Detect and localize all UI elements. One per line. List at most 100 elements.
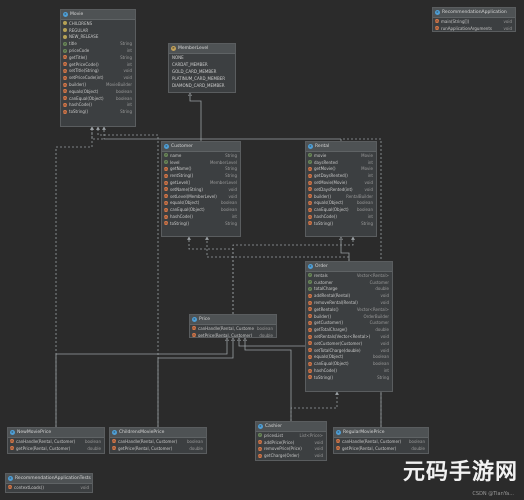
method-icon: m (258, 453, 262, 458)
method-row[interactable]: m getCustomer() Customer (306, 320, 392, 327)
member-type: void (380, 300, 389, 306)
field-row[interactable]: f movie Movie (306, 152, 376, 159)
enum-constant[interactable]: NEW_RELEASE (61, 34, 135, 41)
method-row[interactable]: m builder() MovieBuilder (61, 81, 135, 88)
method-row[interactable]: m equals(Object) boolean (162, 200, 240, 207)
class-cashier[interactable]: c Cashier f pricesList List<Price> m addPrice(… (255, 421, 327, 461)
field-row[interactable]: f customer Customer (306, 279, 392, 286)
method-row[interactable]: m hashCode() int (306, 213, 376, 220)
field-row[interactable]: f rentals Vector<Rental> (306, 272, 392, 279)
method-row[interactable]: m getMovie() Movie (306, 166, 376, 173)
class-price[interactable]: c Price m canHandle(Rental, Customer) boolea… (189, 314, 277, 338)
enum-constant[interactable]: DIAMOND_CARD_MEMBER (169, 82, 235, 89)
method-icon: m (308, 334, 312, 339)
method-row[interactable]: m hashCode() int (162, 213, 240, 220)
method-row[interactable]: m toString() String (306, 374, 392, 381)
method-row[interactable]: m canEqual(Object) boolean (306, 360, 392, 367)
method-row[interactable]: m getTotalCharge() double (306, 326, 392, 333)
method-row[interactable]: m removeRental(Rental) void (306, 299, 392, 306)
field-row[interactable]: f level MemberLevel (162, 159, 240, 166)
method-row[interactable]: m getTitle() String (61, 54, 135, 61)
method-row[interactable]: m addPrice(Price) void (256, 439, 326, 446)
class-recommendation-application[interactable]: c RecommendationApplication m main(String[]… (432, 7, 516, 32)
method-row[interactable]: m canHandle(Rental, Customer) boolean (8, 438, 104, 445)
enum-field-icon (63, 28, 67, 33)
method-row[interactable]: m getRentals() Vector<Rental> (306, 306, 392, 313)
method-row[interactable]: m setMovie(Movie) void (306, 179, 376, 186)
method-row[interactable]: m setTotalCharge(double) void (306, 347, 392, 354)
field-row[interactable]: f priceCode int (61, 47, 135, 54)
watermark-caption: CSDN @TianYa... (472, 491, 514, 497)
method-row[interactable]: m toString() String (306, 220, 376, 227)
class-rental[interactable]: c Rental f movie Movie f daysRented int m getMovi… (305, 141, 377, 237)
method-row[interactable]: m rentString() String (162, 172, 240, 179)
member-name: canEqual(Object) (314, 207, 349, 213)
member-name: hashCode() (314, 214, 337, 220)
enum-constant[interactable]: PLATINUM_CARD_MEMBER (169, 75, 235, 82)
field-row[interactable]: f pricesList List<Price> (256, 432, 326, 439)
method-row[interactable]: m canEqual(Object) boolean (306, 206, 376, 213)
method-row[interactable]: m equals(Object) boolean (61, 88, 135, 95)
method-row[interactable]: m getDaysRented() int (306, 172, 376, 179)
member-name: getPrice(Rental, Customer) (118, 445, 173, 451)
method-row[interactable]: m builder() RentalBuilder (306, 193, 376, 200)
method-row[interactable]: m getLevel() MemberLevel (162, 179, 240, 186)
enum-member-level[interactable]: e MemberLevel NONE CARDAT_MEMBER GOLD_CARD_M… (168, 43, 236, 93)
enum-constant[interactable]: REGULAR (61, 27, 135, 34)
method-row[interactable]: m getPrice(Rental, Customer) double (190, 332, 276, 337)
method-row[interactable]: m setDaysRented(int) void (306, 186, 376, 193)
method-row[interactable]: m setRentals(Vector<Rental>) void (306, 333, 392, 340)
enum-constant[interactable]: GOLD_CARD_MEMBER (169, 68, 235, 75)
method-row[interactable]: m setName(String) void (162, 186, 240, 193)
method-row[interactable]: m main(String[]) void (433, 18, 515, 25)
method-row[interactable]: m hashCode() int (306, 367, 392, 374)
method-row[interactable]: m getPrice(Rental, Customer) double (110, 445, 206, 452)
class-order[interactable]: c Order f rentals Vector<Rental> f customer Cus… (305, 261, 393, 392)
field-row[interactable]: f title String (61, 40, 135, 47)
method-row[interactable]: m setCustomer(Customer) void (306, 340, 392, 347)
method-row[interactable]: m getPrice(Rental, Customer) double (334, 445, 428, 452)
method-row[interactable]: m setPriceCode(int) void (61, 74, 135, 81)
class-new-movie-price[interactable]: c NewMoviePrice m canHandle(Rental, Custome… (7, 427, 105, 454)
class-customer[interactable]: c Customer f name String f level MemberLevel m ge… (161, 141, 241, 237)
method-row[interactable]: m equals(Object) boolean (306, 200, 376, 207)
class-movie[interactable]: c Movie CHILDRENS REGULAR NEW_RELEASE f title S… (60, 9, 136, 127)
member-name: setLevel(MemberLevel) (170, 193, 217, 199)
field-row[interactable]: f daysRented int (306, 159, 376, 166)
enum-constant[interactable]: NONE (169, 54, 235, 61)
method-row[interactable]: m canEqual(Object) boolean (162, 206, 240, 213)
field-row[interactable]: f totalCharge double (306, 286, 392, 293)
method-row[interactable]: m setLevel(MemberLevel) void (162, 193, 240, 200)
member-type: double (375, 286, 389, 292)
method-row[interactable]: m getPriceCode() int (61, 61, 135, 68)
method-row[interactable]: m toString() String (162, 220, 240, 227)
method-row[interactable]: m canHandle(Rental, Customer) boolean (190, 325, 276, 332)
enum-constant[interactable]: CHILDRENS (61, 20, 135, 27)
method-row[interactable]: m canHandle(Rental, Customer) boolean (110, 438, 206, 445)
method-row[interactable]: m canEqual(Object) boolean (61, 95, 135, 102)
class-recommendation-application-tests[interactable]: c RecommendationApplicationTests m contextL… (5, 473, 93, 493)
enum-constant-name: CARDAT_MEMBER (172, 62, 208, 67)
method-row[interactable]: m removePrice(Price) void (256, 446, 326, 453)
edge-arrowhead (339, 236, 343, 240)
class-regular-movie-price[interactable]: c RegularMoviePrice m canHandle(Rental, Cus… (333, 427, 429, 454)
method-row[interactable]: m getCharge(Order) void (256, 452, 326, 459)
method-row[interactable]: m builder() OrderBuilder (306, 313, 392, 320)
method-row[interactable]: m runApplicationArguments void (433, 25, 515, 31)
method-row[interactable]: m getName() String (162, 166, 240, 173)
member-type: RentalBuilder (346, 193, 373, 199)
member-name: canHandle(Rental, Customer) (118, 438, 178, 444)
field-row[interactable]: f name String (162, 152, 240, 159)
enum-constant[interactable]: CARDAT_MEMBER (169, 61, 235, 68)
member-type: boolean (409, 438, 425, 444)
method-row[interactable]: m setTitle(String) void (61, 68, 135, 75)
method-row[interactable]: m addRental(Rental) void (306, 292, 392, 299)
method-row[interactable]: m contextLoads() void (6, 484, 92, 491)
method-row[interactable]: m canHandle(Rental, Customer) boolean (334, 438, 428, 445)
method-row[interactable]: m hashCode() int (61, 102, 135, 109)
class-childrens-movie-price[interactable]: c ChildrensMoviePrice m canHandle(Rental, C… (109, 427, 207, 454)
method-row[interactable]: m equals(Object) boolean (306, 354, 392, 361)
member-name: equals(Object) (69, 88, 99, 94)
method-row[interactable]: m getPrice(Rental, Customer) double (8, 445, 104, 452)
method-row[interactable]: m toString() String (61, 108, 135, 115)
